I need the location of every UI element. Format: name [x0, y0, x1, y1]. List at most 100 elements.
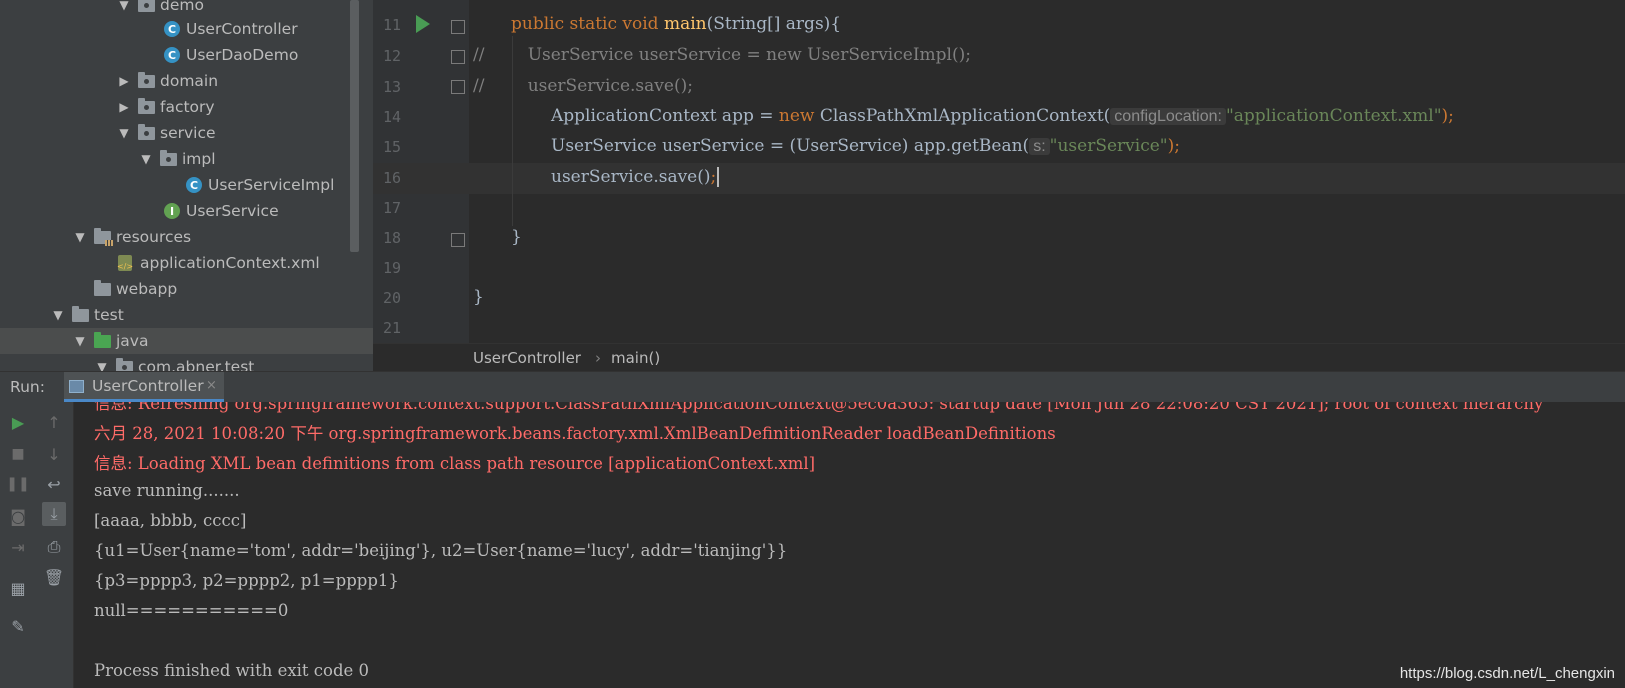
- code-line-20[interactable]: 20 }: [373, 283, 1625, 314]
- code-line-11[interactable]: 11 public static void main(String[] args…: [373, 10, 1625, 41]
- stop-icon[interactable]: ■: [6, 442, 30, 466]
- tree-item-java[interactable]: ▼ java: [0, 328, 373, 354]
- tree-item-applicationcontext-xml[interactable]: </> applicationContext.xml: [0, 250, 373, 276]
- tree-item-test[interactable]: ▼ test: [0, 302, 373, 328]
- tree-item-label: demo: [160, 0, 204, 14]
- code-line-19[interactable]: 19: [373, 253, 1625, 284]
- fold-marker-icon[interactable]: [451, 50, 465, 64]
- code-line-14[interactable]: 14 ApplicationContext app = new ClassPat…: [373, 102, 1625, 133]
- class-icon: C: [164, 47, 182, 63]
- tree-item-factory[interactable]: ▶ factory: [0, 94, 373, 120]
- expand-arrow-icon[interactable]: ▶: [116, 74, 132, 88]
- package-folder-icon: [116, 358, 134, 371]
- code-line-16[interactable]: 16 userService.save();: [373, 163, 1625, 194]
- breadcrumb-separator-icon: ›: [595, 349, 601, 367]
- tree-item-userserviceimpl[interactable]: C UserServiceImpl: [0, 172, 373, 198]
- tree-item-userdaodemo[interactable]: C UserDaoDemo: [0, 42, 373, 68]
- tree-item-userservice[interactable]: I UserService: [0, 198, 373, 224]
- code-editor[interactable]: 11 public static void main(String[] args…: [373, 0, 1625, 343]
- tree-item-usercontroller[interactable]: C UserController: [0, 16, 373, 42]
- tree-item-com-abner-test[interactable]: ▼ com.abner.test: [0, 354, 373, 371]
- breadcrumb-method[interactable]: main(): [611, 349, 660, 367]
- package-folder-icon: [138, 0, 156, 13]
- scroll-to-end-icon[interactable]: ⤓: [42, 502, 66, 526]
- code-line-18[interactable]: 18 }: [373, 223, 1625, 254]
- console-output[interactable]: 信息: Refreshing org.springframework.conte…: [74, 402, 1625, 688]
- tree-item-label: UserServiceImpl: [208, 176, 335, 194]
- soft-wrap-icon[interactable]: ↩: [42, 472, 66, 496]
- console-line: {p3=pppp3, p2=pppp2, p1=pppp1}: [94, 571, 399, 590]
- tree-item-label: UserService: [186, 202, 279, 220]
- tree-item-webapp[interactable]: webapp: [0, 276, 373, 302]
- breadcrumb: UserController › main(): [373, 343, 1625, 372]
- indent-guide: [512, 36, 513, 226]
- line-number: 11: [382, 16, 401, 34]
- line-number: 14: [382, 108, 401, 126]
- fold-marker-icon[interactable]: [451, 20, 465, 34]
- folder-icon: [94, 280, 112, 297]
- expand-arrow-icon[interactable]: ▼: [116, 0, 132, 12]
- down-arrow-icon[interactable]: ↓: [42, 442, 66, 466]
- tree-item-resources[interactable]: ▼ resources: [0, 224, 373, 250]
- line-number: 16: [382, 169, 401, 187]
- tree-item-label: applicationContext.xml: [140, 254, 320, 272]
- camera-icon[interactable]: ◙: [6, 504, 30, 528]
- line-number: 19: [382, 259, 401, 277]
- interface-icon: I: [164, 203, 182, 219]
- parameter-hint: configLocation:: [1110, 108, 1226, 125]
- trash-icon[interactable]: 🗑: [42, 565, 66, 589]
- tree-item-label: test: [94, 306, 124, 324]
- code-line-13[interactable]: 13 // userService.save();: [373, 72, 1625, 103]
- tree-item-impl[interactable]: ▼ impl: [0, 146, 373, 172]
- close-icon[interactable]: ×: [206, 378, 217, 393]
- tree-item-label: service: [160, 124, 216, 142]
- console-line: {u1=User{name='tom', addr='beijing'}, u2…: [94, 541, 788, 560]
- collapse-arrow-icon[interactable]: ▼: [138, 152, 154, 166]
- fold-marker-icon[interactable]: [451, 233, 465, 247]
- up-arrow-icon[interactable]: ↑: [42, 410, 66, 434]
- code-line-12[interactable]: 12 // UserService userService = new User…: [373, 41, 1625, 72]
- rerun-icon[interactable]: ▶: [6, 410, 30, 434]
- collapse-arrow-icon[interactable]: ▼: [72, 230, 88, 244]
- line-number: 12: [382, 47, 401, 65]
- line-number: 18: [382, 229, 401, 247]
- code-text: }: [511, 227, 522, 247]
- code-text: }: [473, 287, 484, 307]
- code-line-17[interactable]: 17: [373, 193, 1625, 224]
- collapse-arrow-icon[interactable]: ▼: [50, 308, 66, 322]
- package-folder-icon: [160, 150, 178, 167]
- class-icon: C: [164, 21, 182, 37]
- pin-icon[interactable]: ✎: [6, 614, 30, 638]
- line-number: 20: [382, 289, 401, 307]
- run-tool-window-header: Run: UserController ×: [0, 371, 1625, 402]
- code-line-21[interactable]: 21: [373, 313, 1625, 343]
- collapse-arrow-icon[interactable]: ▼: [116, 126, 132, 140]
- tree-item-service[interactable]: ▼ service: [0, 120, 373, 146]
- code-text: public static void main(String[] args){: [511, 14, 842, 34]
- tree-item-domain[interactable]: ▶ domain: [0, 68, 373, 94]
- tree-item-label: com.abner.test: [138, 358, 255, 371]
- print-icon[interactable]: ⎙: [42, 535, 66, 559]
- breadcrumb-class[interactable]: UserController: [473, 349, 581, 367]
- parameter-hint: s:: [1029, 138, 1050, 155]
- run-tab-usercontroller[interactable]: UserController ×: [64, 372, 224, 402]
- fold-marker-icon[interactable]: [451, 80, 465, 94]
- console-line: [aaaa, bbbb, cccc]: [94, 511, 247, 530]
- collapse-arrow-icon[interactable]: ▼: [72, 334, 88, 348]
- tree-scrollbar[interactable]: [350, 0, 359, 252]
- pause-icon[interactable]: ❚❚: [6, 472, 30, 496]
- package-folder-icon: [138, 72, 156, 89]
- run-tab-label: UserController: [92, 377, 204, 395]
- package-folder-icon: [138, 98, 156, 115]
- tree-item-label: UserDaoDemo: [186, 46, 299, 64]
- code-text: // userService.save();: [473, 76, 693, 96]
- xml-file-icon: </>: [117, 255, 136, 271]
- run-window-label: Run:: [10, 378, 45, 396]
- layout-icon[interactable]: ▦: [6, 576, 30, 600]
- code-line-15[interactable]: 15 UserService userService = (UserServic…: [373, 132, 1625, 163]
- test-source-folder-icon: [94, 332, 112, 349]
- run-toolbar: ▶ ■ ❚❚ ◙ ⇥ ▦ ✎ ↑ ↓ ↩ ⤓ ⎙ 🗑: [0, 402, 74, 688]
- collapse-arrow-icon[interactable]: ▼: [94, 360, 110, 371]
- exit-icon[interactable]: ⇥: [6, 535, 30, 559]
- expand-arrow-icon[interactable]: ▶: [116, 100, 132, 114]
